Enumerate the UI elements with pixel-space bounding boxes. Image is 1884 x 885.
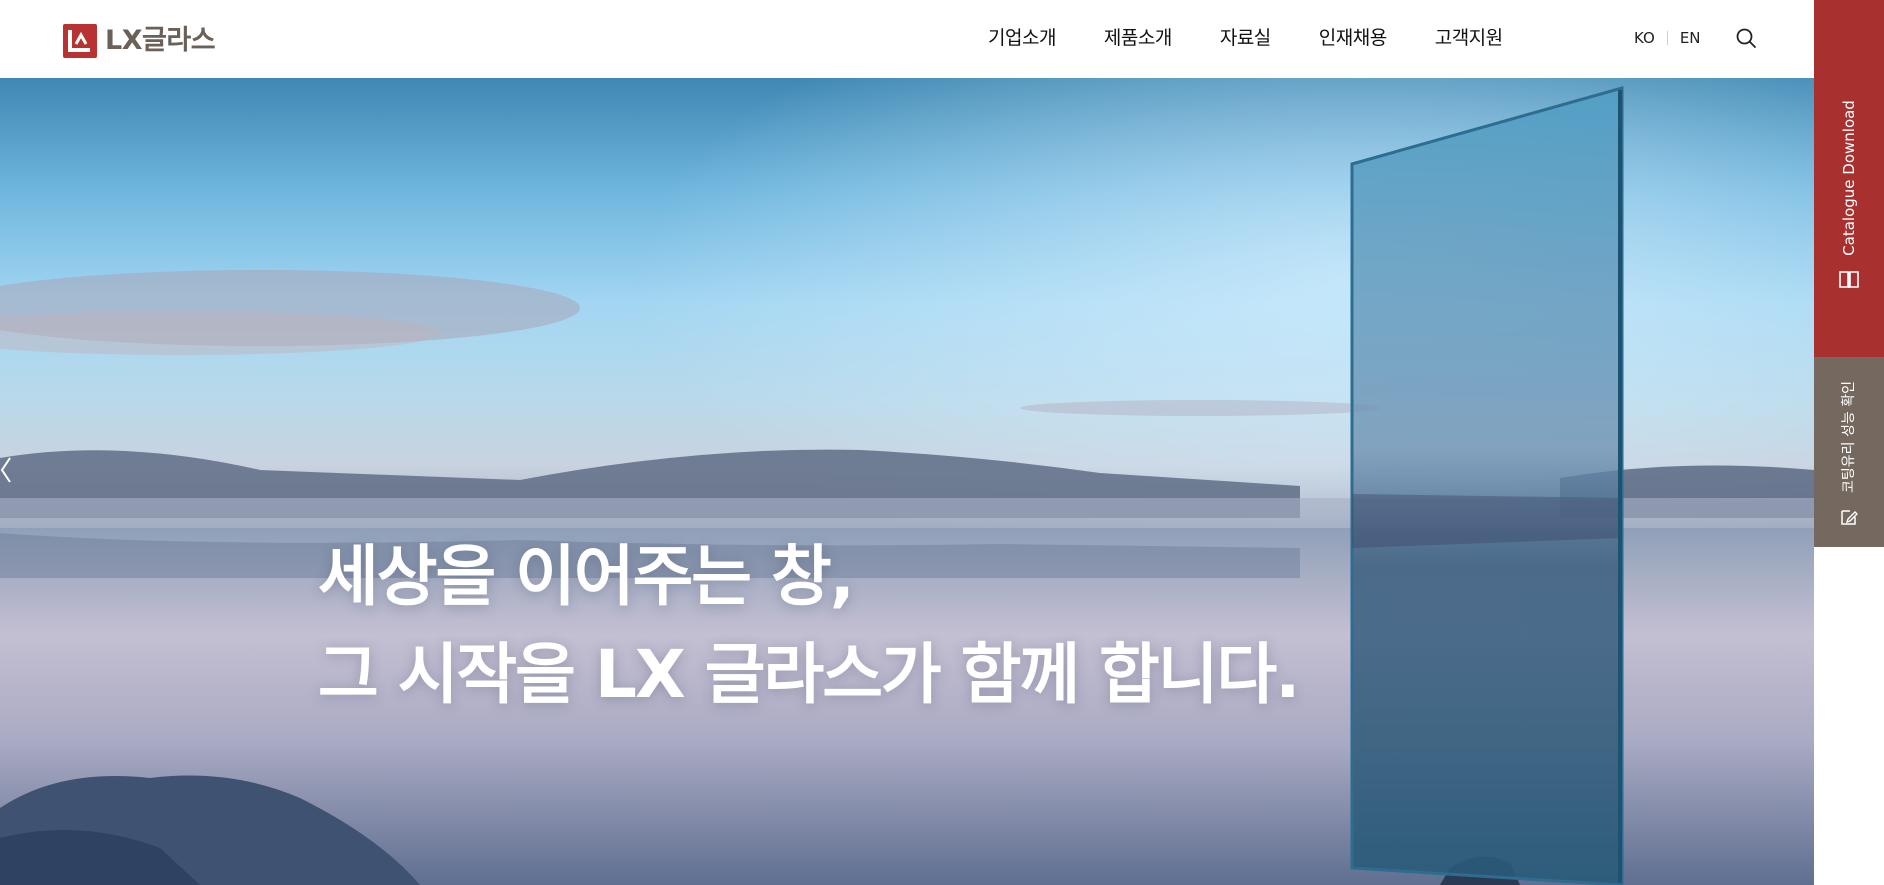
edit-icon	[1841, 510, 1858, 525]
coating-performance-tab[interactable]: 코팅유리 성능 확인	[1814, 357, 1884, 547]
language-switcher: KO EN	[1634, 28, 1701, 48]
hero-headline-line2: 그 시작을 LX 글라스가 함께 합니다.	[318, 636, 1300, 713]
lang-divider	[1666, 31, 1668, 45]
main-nav: 기업소개 제품소개 자료실 인재채용 고객지원	[988, 24, 1503, 52]
hero-headline: 세상을 이어주는 창, 그 시작을 LX 글라스가 함께 합니다.	[318, 528, 1300, 724]
nav-item-careers[interactable]: 인재채용	[1319, 24, 1387, 52]
lx-logo-icon	[63, 24, 97, 58]
nav-item-resources[interactable]: 자료실	[1220, 24, 1271, 52]
nav-item-products[interactable]: 제품소개	[1104, 24, 1172, 52]
coating-performance-label: 코팅유리 성능 확인	[1841, 381, 1857, 493]
logo[interactable]: LX글라스	[63, 24, 216, 58]
logo-text: LX글라스	[105, 25, 216, 56]
nav-item-support[interactable]: 고객지원	[1435, 24, 1503, 52]
search-icon[interactable]	[1735, 27, 1757, 49]
nav-item-company[interactable]: 기업소개	[988, 24, 1056, 52]
book-icon	[1839, 271, 1859, 288]
lang-ko[interactable]: KO	[1634, 28, 1655, 48]
hero-banner: 세상을 이어주는 창, 그 시작을 LX 글라스가 함께 합니다.	[0, 78, 1814, 885]
hero-headline-line1: 세상을 이어주는 창,	[318, 538, 855, 615]
hero-background-image	[0, 78, 1814, 885]
chevron-left-icon[interactable]	[0, 450, 14, 490]
catalogue-download-tab[interactable]: Catalogue Download	[1814, 0, 1884, 357]
site-header: LX글라스 기업소개 제품소개 자료실 인재채용 고객지원 KO EN	[0, 0, 1814, 78]
lang-en[interactable]: EN	[1680, 28, 1701, 48]
catalogue-download-label: Catalogue Download	[1840, 100, 1858, 256]
